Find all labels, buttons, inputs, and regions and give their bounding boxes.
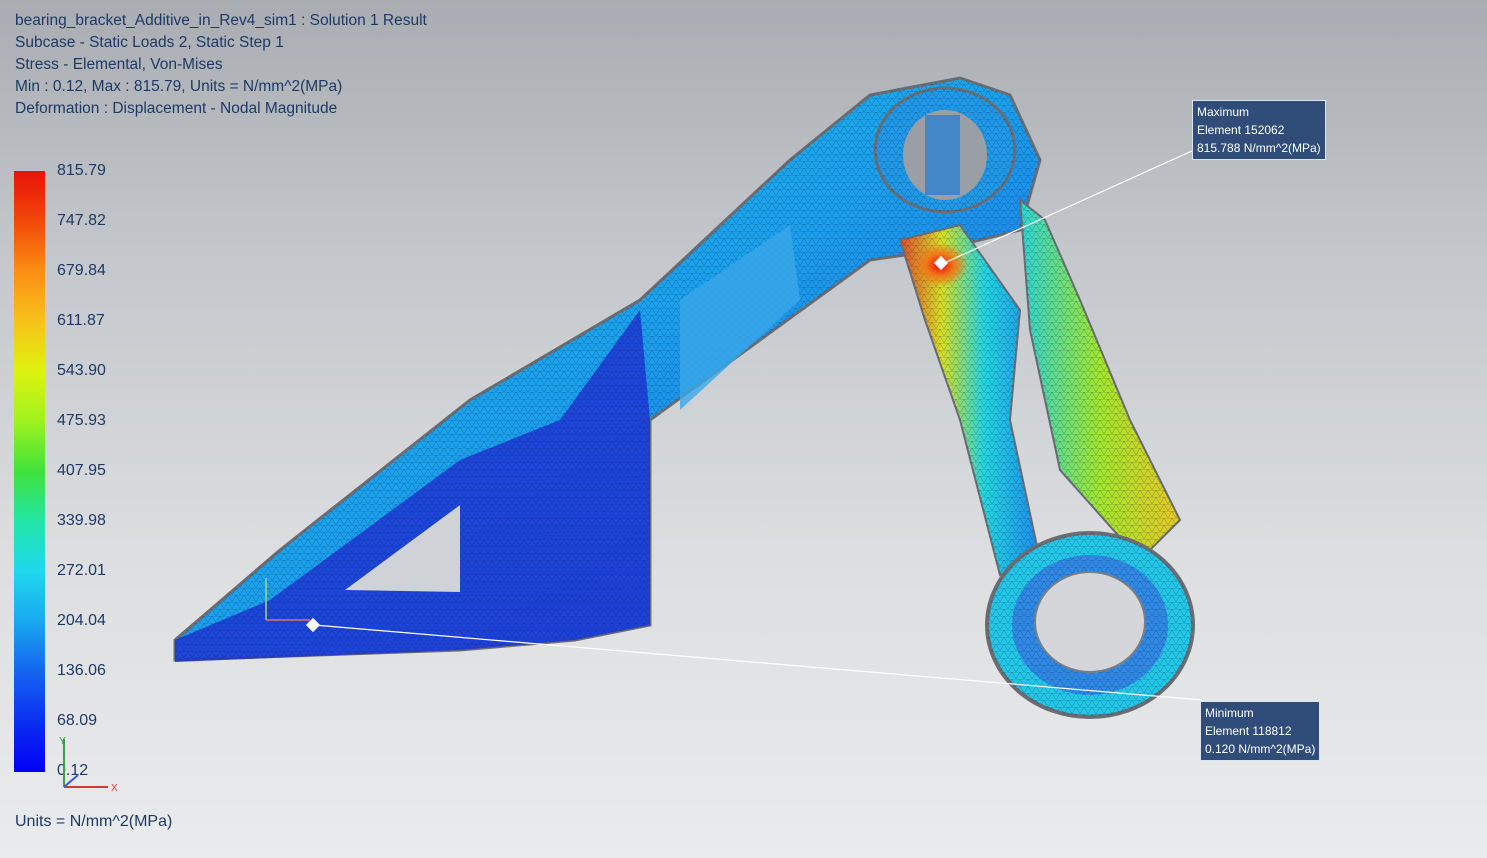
legend-tick-label: 204.04 (57, 612, 106, 629)
units-label: Units = N/mm^2(MPa) (15, 813, 173, 830)
maximum-element: Element 152062 (1197, 123, 1285, 137)
triad-y-label: Y (59, 736, 66, 747)
legend-tick-label: 747.82 (57, 212, 106, 229)
maximum-callout[interactable]: Maximum Element 152062 815.788 N/mm^2(MP… (1192, 100, 1326, 160)
legend-tick-label: 136.06 (57, 662, 106, 679)
minimum-title: Minimum (1205, 706, 1254, 720)
minimum-value: 0.120 N/mm^2(MPa) (1205, 742, 1316, 756)
ring-hole (1034, 571, 1146, 673)
legend-tick-label: 543.90 (57, 362, 106, 379)
legend-tick-label: 68.09 (57, 712, 98, 729)
legend-tick-label: 679.84 (57, 262, 106, 279)
minimum-callout[interactable]: Minimum Element 118812 0.120 N/mm^2(MPa) (1200, 701, 1321, 761)
stress-color-legend (14, 171, 45, 772)
axis-triad: Y X (59, 736, 118, 794)
maximum-title: Maximum (1197, 105, 1250, 119)
legend-tick-label: 339.98 (57, 512, 106, 529)
legend-tick-label: 475.93 (57, 412, 106, 429)
legend-tick-label: 407.95 (57, 462, 106, 479)
minimum-element: Element 118812 (1205, 724, 1292, 738)
legend-tick-label: 272.01 (57, 562, 106, 579)
legend-tick-label: 611.87 (57, 312, 105, 329)
triad-x-label: X (111, 783, 118, 794)
legend-tick-label: 815.79 (57, 162, 106, 179)
maximum-value: 815.788 N/mm^2(MPa) (1197, 141, 1321, 155)
